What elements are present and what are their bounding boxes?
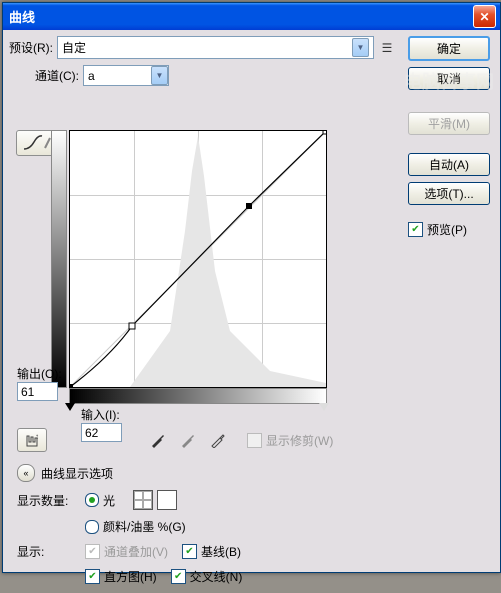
grid-coarse-icon[interactable]	[133, 490, 153, 510]
curve-icon	[23, 135, 51, 151]
curve-grid[interactable]	[69, 130, 327, 388]
display-qty-label: 显示数量:	[17, 492, 85, 509]
curve-display-options: 显示数量: 光 颜料/油墨 %(G) 显示: ✔通道叠加(V) ✔基线(B)	[17, 490, 387, 593]
close-button[interactable]: ✕	[473, 5, 496, 28]
curve-graph[interactable]	[69, 130, 327, 388]
radio-ink[interactable]	[85, 520, 99, 534]
output-input[interactable]: 61	[17, 382, 58, 401]
eyedropper-row: ↕ 显示修剪(W)	[17, 428, 377, 452]
output-label: 输出(O):	[17, 365, 62, 382]
white-point-slider[interactable]	[319, 403, 329, 411]
curve-display-disclosure[interactable]: « 曲线显示选项	[17, 464, 113, 482]
options-button[interactable]: 选项(T)...	[408, 182, 490, 205]
chevron-down-icon: ▼	[151, 66, 168, 85]
preset-dropdown[interactable]: 自定 ▼	[57, 36, 374, 59]
preset-value: 自定	[62, 39, 86, 56]
horizontal-gradient-bar	[69, 388, 327, 404]
target-adjust-tool[interactable]: ↕	[17, 428, 47, 452]
chevron-down-icon: ▼	[352, 38, 369, 57]
dialog-body: 预设(R): 自定 ▼ ☰ 通道(C): a ▼ 确定 取消 平滑(M) 自动(…	[3, 30, 500, 98]
preview-label: 预览(P)	[427, 221, 467, 238]
curves-dialog: 曲线 ✕ 预设(R): 自定 ▼ ☰ 通道(C): a ▼ 确定 取消 平滑(M…	[2, 2, 501, 573]
titlebar[interactable]: 曲线 ✕	[3, 3, 500, 30]
window-title: 曲线	[7, 7, 473, 26]
show-clip-checkbox: 显示修剪(W)	[247, 432, 333, 449]
input-label: 输入(I):	[81, 406, 120, 423]
preset-menu-icon[interactable]: ☰	[380, 41, 394, 55]
radio-light[interactable]	[85, 493, 99, 507]
checkbox-icon: ✔	[408, 222, 423, 237]
baseline-checkbox[interactable]: ✔基线(B)	[182, 543, 241, 560]
show-label: 显示:	[17, 543, 85, 560]
svg-text:↕: ↕	[35, 432, 39, 441]
channel-dropdown[interactable]: a ▼	[83, 65, 169, 86]
intersection-checkbox[interactable]: ✔交叉线(N)	[171, 568, 243, 585]
auto-button[interactable]: 自动(A)	[408, 153, 490, 176]
checkbox-disabled-icon	[247, 433, 262, 448]
grid-fine-icon[interactable]	[157, 490, 177, 510]
finger-icon: ↕	[23, 432, 41, 448]
smooth-button: 平滑(M)	[408, 112, 490, 135]
ok-button[interactable]: 确定	[408, 36, 490, 61]
black-eyedropper[interactable]	[147, 429, 169, 451]
channel-overlay-checkbox: ✔通道叠加(V)	[85, 543, 168, 560]
channel-label: 通道(C):	[35, 67, 79, 84]
output-area: 输出(O): 61	[17, 365, 66, 401]
right-button-column: 确定 取消 平滑(M) 自动(A) 选项(T)... ✔ 预览(P)	[408, 36, 490, 238]
white-eyedropper[interactable]	[207, 429, 229, 451]
channel-value: a	[88, 69, 95, 83]
preview-checkbox-row[interactable]: ✔ 预览(P)	[408, 221, 490, 238]
histogram-checkbox[interactable]: ✔直方图(H)	[85, 568, 157, 585]
vertical-gradient-bar	[51, 130, 67, 388]
disclosure-icon: «	[17, 464, 35, 482]
preset-label: 预设(R):	[9, 39, 53, 56]
gray-eyedropper[interactable]	[177, 429, 199, 451]
brand-watermark: 电脑百事网	[404, 68, 494, 94]
